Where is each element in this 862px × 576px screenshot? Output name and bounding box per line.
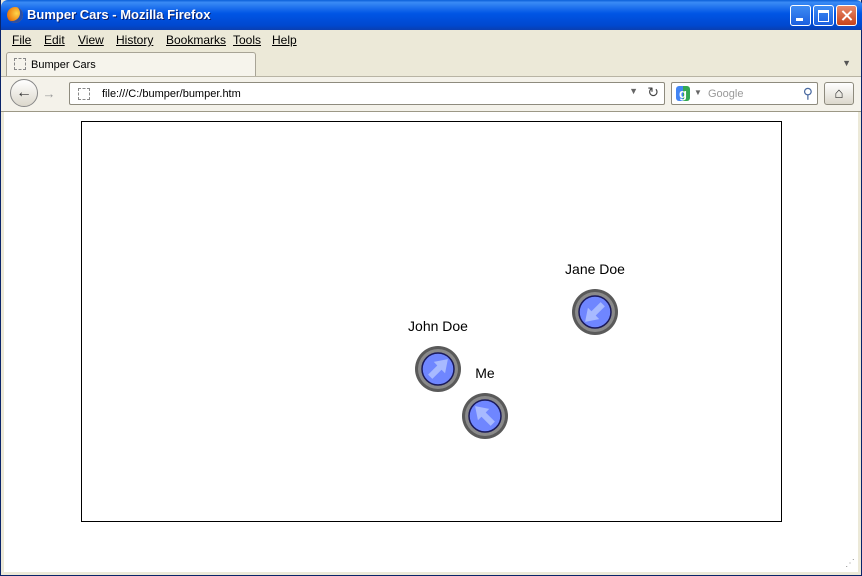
menu-view-label: View [78, 33, 104, 47]
close-button[interactable] [836, 5, 857, 26]
menu-edit-label: Edit [44, 33, 65, 47]
menu-bookmarks[interactable]: Bookmarks [166, 33, 226, 47]
menu-bookmarks-label: Bookmarks [166, 33, 227, 47]
search-icon[interactable]: ⚲ [803, 85, 813, 102]
page-content: Jane Doe John Doe Me ⋰ [4, 112, 858, 572]
car-label-john-doe: John Doe [408, 318, 468, 334]
minimize-button[interactable] [790, 5, 811, 26]
page-icon [14, 58, 26, 70]
google-icon[interactable]: g [676, 86, 690, 101]
bumper-car-john-doe [415, 346, 461, 392]
back-button[interactable]: ← [10, 79, 38, 107]
car-label-jane-doe: Jane Doe [565, 261, 625, 277]
search-bar[interactable]: g ▼ ⚲ [671, 82, 818, 105]
game-canvas[interactable]: Jane Doe John Doe Me [81, 121, 782, 522]
tab-label: Bumper Cars [31, 59, 96, 71]
bumper-car-me [462, 393, 508, 439]
menu-tools[interactable]: Tools [233, 33, 261, 47]
url-history-dropdown-icon[interactable]: ▼ [629, 86, 638, 96]
menu-file[interactable]: File [12, 33, 31, 47]
chevron-down-icon[interactable]: ▼ [842, 58, 851, 68]
maximize-button[interactable] [813, 5, 834, 26]
forward-button[interactable]: → [39, 85, 59, 103]
menu-file-label: File [12, 33, 32, 47]
reload-icon[interactable]: ↻ [647, 84, 659, 101]
menu-help-label: Help [272, 33, 297, 47]
firefox-icon [7, 7, 23, 23]
search-input[interactable] [708, 87, 792, 101]
bumper-car-jane-doe [572, 289, 618, 335]
window-title: Bumper Cars - Mozilla Firefox [27, 7, 211, 22]
resize-grip-icon[interactable]: ⋰ [845, 558, 855, 569]
url-input[interactable] [102, 87, 622, 101]
navigation-toolbar: ← → ▼ ↻ g ▼ ⚲ ⌂ [1, 77, 861, 112]
tab-strip: Bumper Cars ▼ [1, 50, 861, 77]
menu-edit[interactable]: Edit [44, 33, 65, 47]
tab-bumper-cars[interactable]: Bumper Cars [6, 52, 256, 76]
title-bar: Bumper Cars - Mozilla Firefox [1, 0, 862, 30]
car-label-me: Me [475, 365, 495, 381]
menu-history-label: History [116, 33, 154, 47]
menu-help[interactable]: Help [272, 33, 297, 47]
menu-bar: File Edit View History Bookmarks Tools H… [1, 30, 861, 50]
site-identity-icon[interactable] [78, 88, 90, 100]
home-button[interactable]: ⌂ [824, 82, 854, 105]
menu-history[interactable]: History [116, 33, 153, 47]
menu-view[interactable]: View [78, 33, 104, 47]
url-bar[interactable]: ▼ ↻ [69, 82, 665, 105]
search-engine-dropdown-icon[interactable]: ▼ [694, 88, 702, 97]
browser-window: Bumper Cars - Mozilla Firefox File Edit … [0, 0, 862, 576]
menu-tools-label: Tools [233, 33, 262, 47]
